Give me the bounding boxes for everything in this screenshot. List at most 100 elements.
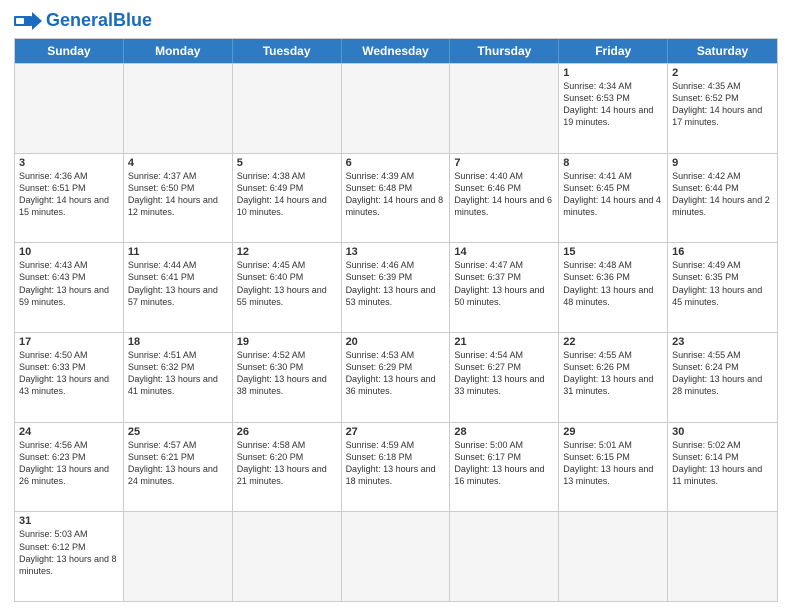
- day-info: Sunrise: 4:45 AM Sunset: 6:40 PM Dayligh…: [237, 259, 337, 308]
- calendar-cell-3-5: 22Sunrise: 4:55 AM Sunset: 6:26 PM Dayli…: [559, 333, 668, 422]
- calendar-week-0: 1Sunrise: 4:34 AM Sunset: 6:53 PM Daylig…: [15, 63, 777, 153]
- calendar-cell-4-6: 30Sunrise: 5:02 AM Sunset: 6:14 PM Dayli…: [668, 423, 777, 512]
- calendar-cell-2-3: 13Sunrise: 4:46 AM Sunset: 6:39 PM Dayli…: [342, 243, 451, 332]
- calendar-cell-0-6: 2Sunrise: 4:35 AM Sunset: 6:52 PM Daylig…: [668, 64, 777, 153]
- day-info: Sunrise: 4:54 AM Sunset: 6:27 PM Dayligh…: [454, 349, 554, 398]
- header-day-friday: Friday: [559, 39, 668, 63]
- calendar-cell-3-2: 19Sunrise: 4:52 AM Sunset: 6:30 PM Dayli…: [233, 333, 342, 422]
- header-day-monday: Monday: [124, 39, 233, 63]
- calendar-cell-5-1: [124, 512, 233, 601]
- day-number: 19: [237, 336, 337, 348]
- calendar-header-row: SundayMondayTuesdayWednesdayThursdayFrid…: [15, 39, 777, 63]
- day-number: 10: [19, 246, 119, 258]
- calendar-cell-2-6: 16Sunrise: 4:49 AM Sunset: 6:35 PM Dayli…: [668, 243, 777, 332]
- calendar: SundayMondayTuesdayWednesdayThursdayFrid…: [14, 38, 778, 602]
- logo: GeneralBlue: [14, 10, 152, 32]
- calendar-week-4: 24Sunrise: 4:56 AM Sunset: 6:23 PM Dayli…: [15, 422, 777, 512]
- logo-icon: [14, 10, 42, 32]
- header-day-wednesday: Wednesday: [342, 39, 451, 63]
- header-day-sunday: Sunday: [15, 39, 124, 63]
- calendar-cell-0-0: [15, 64, 124, 153]
- day-number: 30: [672, 426, 773, 438]
- calendar-cell-2-0: 10Sunrise: 4:43 AM Sunset: 6:43 PM Dayli…: [15, 243, 124, 332]
- day-number: 31: [19, 515, 119, 527]
- logo-text: GeneralBlue: [46, 11, 152, 31]
- day-info: Sunrise: 4:47 AM Sunset: 6:37 PM Dayligh…: [454, 259, 554, 308]
- day-info: Sunrise: 4:34 AM Sunset: 6:53 PM Dayligh…: [563, 80, 663, 129]
- day-number: 22: [563, 336, 663, 348]
- header-day-saturday: Saturday: [668, 39, 777, 63]
- calendar-cell-1-0: 3Sunrise: 4:36 AM Sunset: 6:51 PM Daylig…: [15, 154, 124, 243]
- calendar-cell-1-4: 7Sunrise: 4:40 AM Sunset: 6:46 PM Daylig…: [450, 154, 559, 243]
- day-number: 14: [454, 246, 554, 258]
- day-info: Sunrise: 4:49 AM Sunset: 6:35 PM Dayligh…: [672, 259, 773, 308]
- day-number: 21: [454, 336, 554, 348]
- calendar-cell-3-4: 21Sunrise: 4:54 AM Sunset: 6:27 PM Dayli…: [450, 333, 559, 422]
- calendar-cell-0-4: [450, 64, 559, 153]
- calendar-cell-1-6: 9Sunrise: 4:42 AM Sunset: 6:44 PM Daylig…: [668, 154, 777, 243]
- header-day-tuesday: Tuesday: [233, 39, 342, 63]
- calendar-week-3: 17Sunrise: 4:50 AM Sunset: 6:33 PM Dayli…: [15, 332, 777, 422]
- calendar-cell-0-2: [233, 64, 342, 153]
- day-info: Sunrise: 4:55 AM Sunset: 6:26 PM Dayligh…: [563, 349, 663, 398]
- day-number: 13: [346, 246, 446, 258]
- calendar-cell-5-3: [342, 512, 451, 601]
- calendar-cell-2-1: 11Sunrise: 4:44 AM Sunset: 6:41 PM Dayli…: [124, 243, 233, 332]
- calendar-cell-3-3: 20Sunrise: 4:53 AM Sunset: 6:29 PM Dayli…: [342, 333, 451, 422]
- day-info: Sunrise: 4:58 AM Sunset: 6:20 PM Dayligh…: [237, 439, 337, 488]
- calendar-cell-4-0: 24Sunrise: 4:56 AM Sunset: 6:23 PM Dayli…: [15, 423, 124, 512]
- day-info: Sunrise: 4:38 AM Sunset: 6:49 PM Dayligh…: [237, 170, 337, 219]
- day-number: 4: [128, 157, 228, 169]
- day-number: 25: [128, 426, 228, 438]
- day-number: 16: [672, 246, 773, 258]
- header-day-thursday: Thursday: [450, 39, 559, 63]
- day-number: 9: [672, 157, 773, 169]
- logo-general: General: [46, 10, 113, 30]
- day-number: 2: [672, 67, 773, 79]
- day-info: Sunrise: 4:41 AM Sunset: 6:45 PM Dayligh…: [563, 170, 663, 219]
- day-number: 18: [128, 336, 228, 348]
- day-number: 5: [237, 157, 337, 169]
- day-info: Sunrise: 4:42 AM Sunset: 6:44 PM Dayligh…: [672, 170, 773, 219]
- day-info: Sunrise: 4:48 AM Sunset: 6:36 PM Dayligh…: [563, 259, 663, 308]
- calendar-cell-3-0: 17Sunrise: 4:50 AM Sunset: 6:33 PM Dayli…: [15, 333, 124, 422]
- day-number: 27: [346, 426, 446, 438]
- calendar-cell-0-3: [342, 64, 451, 153]
- day-number: 20: [346, 336, 446, 348]
- day-number: 17: [19, 336, 119, 348]
- day-info: Sunrise: 4:53 AM Sunset: 6:29 PM Dayligh…: [346, 349, 446, 398]
- day-info: Sunrise: 4:44 AM Sunset: 6:41 PM Dayligh…: [128, 259, 228, 308]
- day-number: 6: [346, 157, 446, 169]
- day-number: 29: [563, 426, 663, 438]
- day-number: 23: [672, 336, 773, 348]
- day-info: Sunrise: 5:02 AM Sunset: 6:14 PM Dayligh…: [672, 439, 773, 488]
- logo-blue: Blue: [113, 10, 152, 30]
- calendar-cell-5-0: 31Sunrise: 5:03 AM Sunset: 6:12 PM Dayli…: [15, 512, 124, 601]
- day-info: Sunrise: 4:40 AM Sunset: 6:46 PM Dayligh…: [454, 170, 554, 219]
- day-info: Sunrise: 4:56 AM Sunset: 6:23 PM Dayligh…: [19, 439, 119, 488]
- page: GeneralBlue SundayMondayTuesdayWednesday…: [0, 0, 792, 612]
- calendar-cell-1-5: 8Sunrise: 4:41 AM Sunset: 6:45 PM Daylig…: [559, 154, 668, 243]
- calendar-cell-1-3: 6Sunrise: 4:39 AM Sunset: 6:48 PM Daylig…: [342, 154, 451, 243]
- day-info: Sunrise: 4:51 AM Sunset: 6:32 PM Dayligh…: [128, 349, 228, 398]
- calendar-cell-2-5: 15Sunrise: 4:48 AM Sunset: 6:36 PM Dayli…: [559, 243, 668, 332]
- calendar-week-2: 10Sunrise: 4:43 AM Sunset: 6:43 PM Dayli…: [15, 242, 777, 332]
- day-number: 15: [563, 246, 663, 258]
- day-info: Sunrise: 4:57 AM Sunset: 6:21 PM Dayligh…: [128, 439, 228, 488]
- calendar-week-1: 3Sunrise: 4:36 AM Sunset: 6:51 PM Daylig…: [15, 153, 777, 243]
- calendar-cell-4-1: 25Sunrise: 4:57 AM Sunset: 6:21 PM Dayli…: [124, 423, 233, 512]
- calendar-cell-0-1: [124, 64, 233, 153]
- calendar-cell-1-1: 4Sunrise: 4:37 AM Sunset: 6:50 PM Daylig…: [124, 154, 233, 243]
- calendar-cell-4-4: 28Sunrise: 5:00 AM Sunset: 6:17 PM Dayli…: [450, 423, 559, 512]
- day-info: Sunrise: 5:03 AM Sunset: 6:12 PM Dayligh…: [19, 528, 119, 577]
- calendar-cell-1-2: 5Sunrise: 4:38 AM Sunset: 6:49 PM Daylig…: [233, 154, 342, 243]
- day-number: 12: [237, 246, 337, 258]
- calendar-cell-3-6: 23Sunrise: 4:55 AM Sunset: 6:24 PM Dayli…: [668, 333, 777, 422]
- header: GeneralBlue: [14, 10, 778, 32]
- day-number: 26: [237, 426, 337, 438]
- calendar-cell-3-1: 18Sunrise: 4:51 AM Sunset: 6:32 PM Dayli…: [124, 333, 233, 422]
- calendar-cell-5-2: [233, 512, 342, 601]
- day-number: 28: [454, 426, 554, 438]
- day-number: 1: [563, 67, 663, 79]
- day-number: 7: [454, 157, 554, 169]
